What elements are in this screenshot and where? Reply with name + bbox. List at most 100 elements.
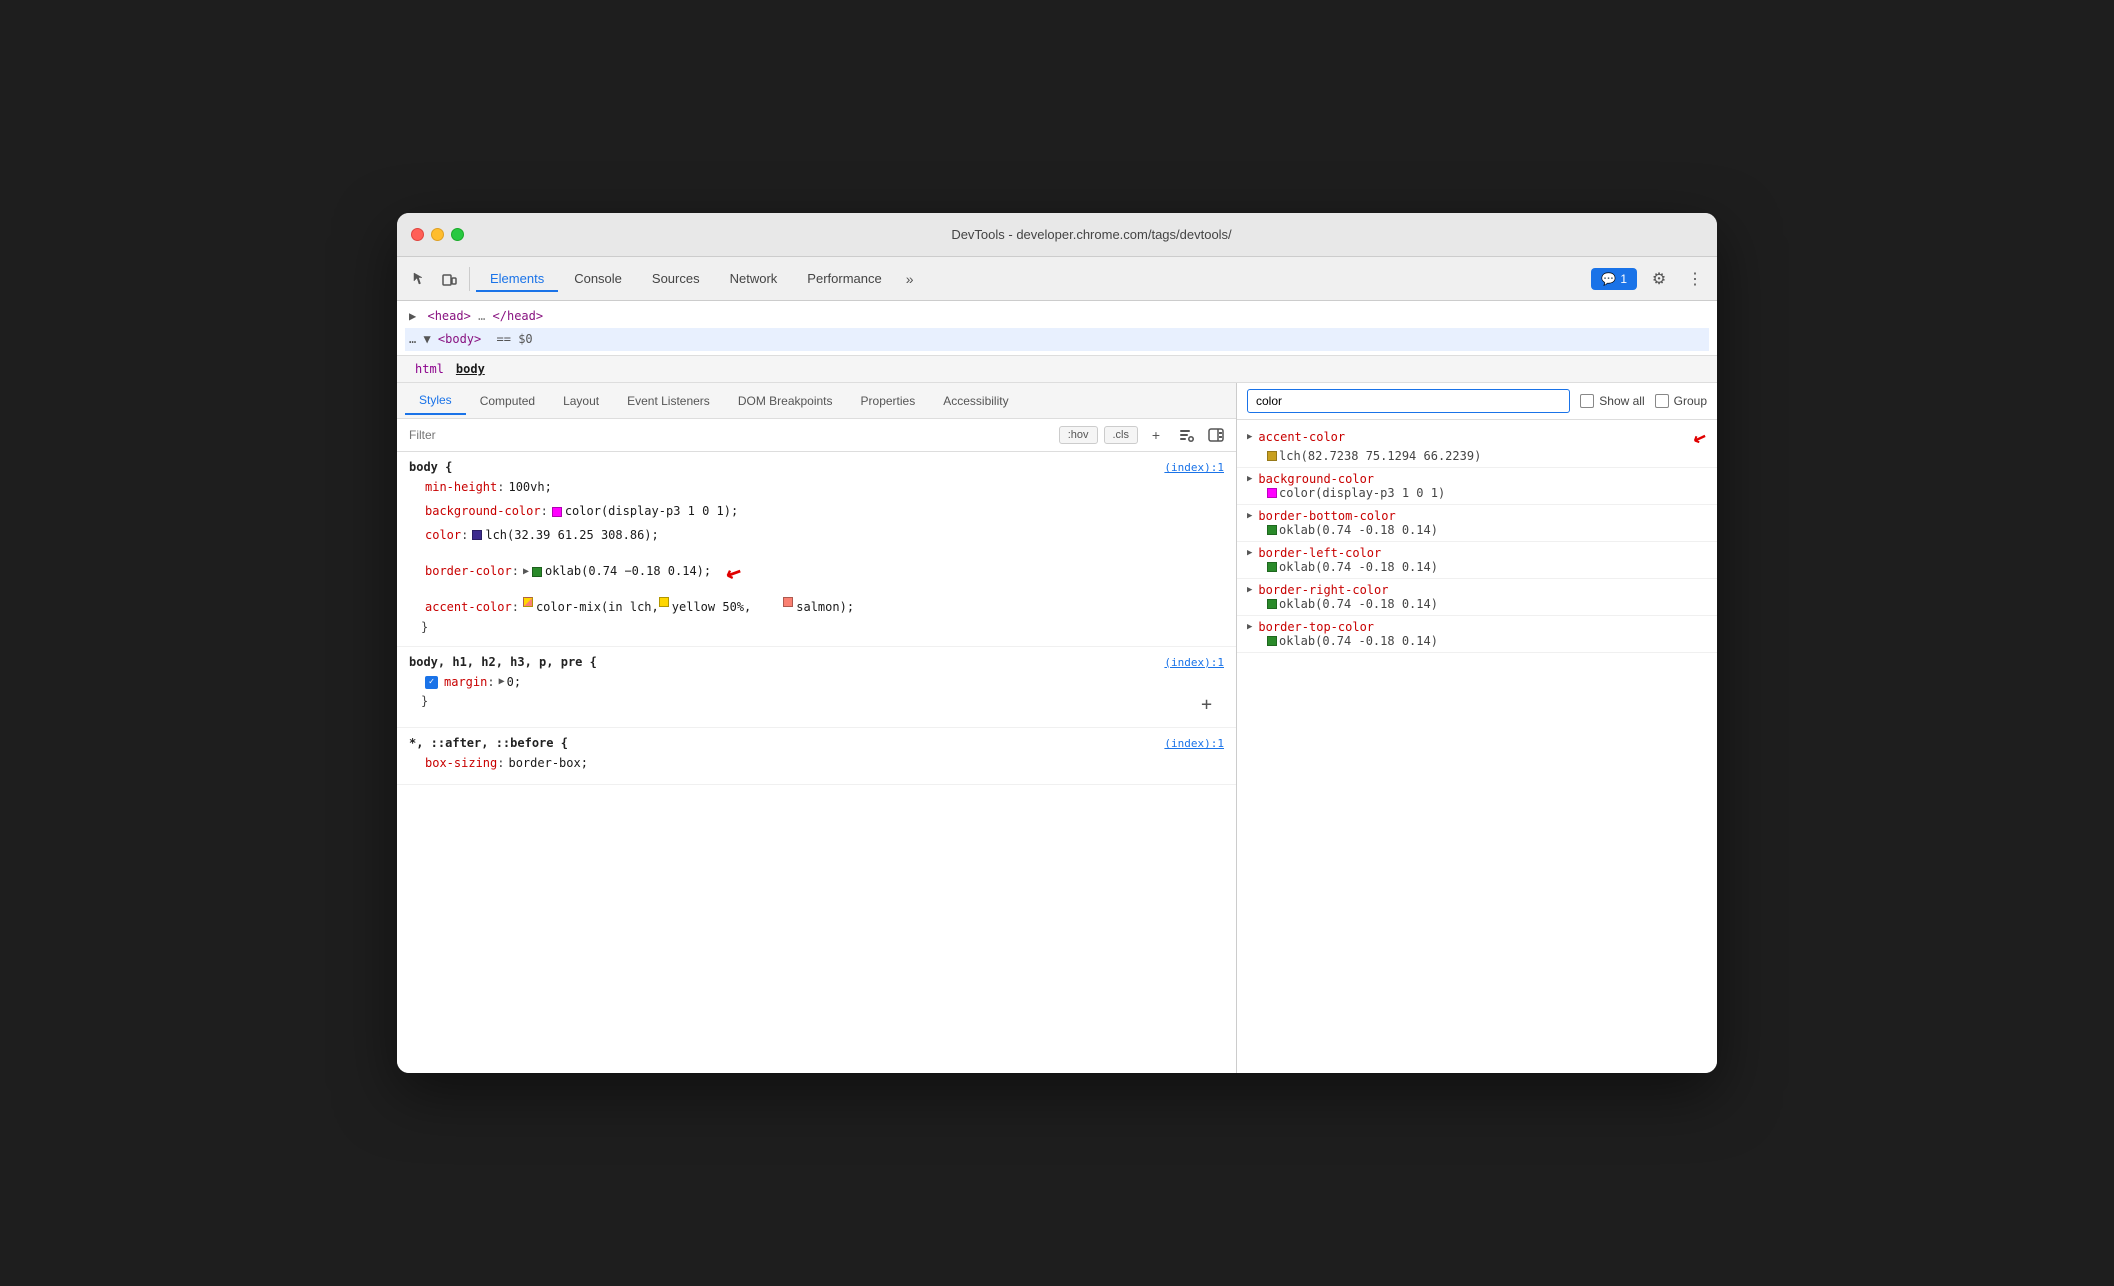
border-right-swatch[interactable] — [1267, 599, 1277, 609]
salmon-swatch[interactable] — [783, 597, 793, 607]
devtools-window: DevTools - developer.chrome.com/tags/dev… — [397, 213, 1717, 1073]
computed-item-border-right: ▶ border-right-color oklab(0.74 -0.18 0.… — [1237, 579, 1717, 616]
tab-console[interactable]: Console — [560, 265, 636, 292]
expand-border-left[interactable]: ▶ — [1247, 548, 1252, 558]
add-style-rule-button[interactable]: + — [1144, 423, 1168, 447]
show-all-checkbox[interactable] — [1580, 394, 1594, 408]
expand-bg-color[interactable]: ▶ — [1247, 474, 1252, 484]
chat-icon: 💬 — [1601, 272, 1616, 286]
dom-body-line[interactable]: … ▼ <body> == $0 — [405, 328, 1709, 351]
css-close-brace-body: } — [409, 620, 1224, 638]
cls-button[interactable]: .cls — [1104, 426, 1139, 444]
maximize-button[interactable] — [451, 228, 464, 241]
computed-list: ▶ accent-color ↙ lch(82.7238 75.1294 66.… — [1237, 420, 1717, 1073]
toggle-sidebar-button[interactable] — [1204, 423, 1228, 447]
computed-item-accent-color: ▶ accent-color ↙ lch(82.7238 75.1294 66.… — [1237, 420, 1717, 468]
main-content: Styles Computed Layout Event Listeners D… — [397, 383, 1717, 1073]
tab-styles[interactable]: Styles — [405, 387, 466, 415]
border-right-value: oklab(0.74 -0.18 0.14) — [1247, 597, 1707, 611]
new-style-rule-button[interactable] — [1174, 423, 1198, 447]
tab-properties[interactable]: Properties — [847, 388, 930, 414]
css-prop-min-height: min-height : 100vh; — [409, 476, 1224, 500]
expand-border-right[interactable]: ▶ — [1247, 585, 1252, 595]
border-left-value: oklab(0.74 -0.18 0.14) — [1247, 560, 1707, 574]
filter-bar: :hov .cls + — [397, 419, 1236, 452]
more-options-button[interactable]: ⋮ — [1681, 265, 1709, 293]
css-source-headings[interactable]: (index):1 — [1164, 656, 1224, 669]
bg-color-swatch[interactable] — [552, 507, 562, 517]
border-top-value: oklab(0.74 -0.18 0.14) — [1247, 634, 1707, 648]
breadcrumb-html[interactable]: html — [409, 360, 450, 378]
right-panel: Show all Group ▶ accent-color ↙ — [1237, 383, 1717, 1073]
toolbar-separator — [469, 267, 470, 291]
breadcrumb-body[interactable]: body — [450, 360, 491, 378]
bg-computed-swatch[interactable] — [1267, 488, 1277, 498]
close-button[interactable] — [411, 228, 424, 241]
titlebar: DevTools - developer.chrome.com/tags/dev… — [397, 213, 1717, 257]
inspect-icon[interactable] — [405, 265, 433, 293]
yellow-swatch[interactable] — [659, 597, 669, 607]
css-prop-accent-color: accent-color : color-mix(in lch, yellow … — [409, 596, 1224, 620]
red-arrow-1: ↙ — [718, 547, 752, 596]
computed-item-bg-color: ▶ background-color color(display-p3 1 0 … — [1237, 468, 1717, 505]
add-property-button[interactable]: + — [1201, 694, 1212, 715]
border-left-swatch[interactable] — [1267, 562, 1277, 572]
margin-checkbox[interactable]: ✓ — [425, 676, 438, 689]
expand-border-top[interactable]: ▶ — [1247, 622, 1252, 632]
expand-border-bottom[interactable]: ▶ — [1247, 511, 1252, 521]
computed-filter-bar: Show all Group — [1237, 383, 1717, 420]
css-panel: body { (index):1 min-height : 100vh; bac… — [397, 452, 1236, 1073]
css-prop-background-color: background-color : color(display-p3 1 0 … — [409, 500, 1224, 524]
show-all-label[interactable]: Show all — [1580, 394, 1644, 408]
sub-tabs: Styles Computed Layout Event Listeners D… — [397, 383, 1236, 419]
border-top-swatch[interactable] — [1267, 636, 1277, 646]
css-prop-margin: ✓ margin : ▶ 0; — [409, 671, 1224, 695]
group-label[interactable]: Group — [1655, 394, 1707, 408]
css-close-brace-headings: } + — [409, 694, 1224, 719]
border-bottom-swatch[interactable] — [1267, 525, 1277, 535]
css-source-body[interactable]: (index):1 — [1164, 461, 1224, 474]
css-rule-header-universal: *, ::after, ::before { (index):1 — [409, 736, 1224, 750]
tab-elements[interactable]: Elements — [476, 265, 558, 292]
expand-accent-color[interactable]: ▶ — [1247, 432, 1252, 442]
tab-accessibility[interactable]: Accessibility — [929, 388, 1022, 414]
tab-layout[interactable]: Layout — [549, 388, 613, 414]
window-title: DevTools - developer.chrome.com/tags/dev… — [480, 227, 1703, 242]
css-rule-header-body: body { (index):1 — [409, 460, 1224, 474]
tab-performance[interactable]: Performance — [793, 265, 895, 292]
bg-color-value: color(display-p3 1 0 1) — [1247, 486, 1707, 500]
red-arrow-right: ↙ — [1690, 423, 1711, 451]
dom-head-line[interactable]: ▶ <head> … </head> — [405, 305, 1709, 328]
traffic-lights — [411, 228, 464, 241]
device-toggle-icon[interactable] — [435, 265, 463, 293]
more-tabs-button[interactable]: » — [898, 267, 922, 291]
minimize-button[interactable] — [431, 228, 444, 241]
tab-dom-breakpoints[interactable]: DOM Breakpoints — [724, 388, 847, 414]
breadcrumb: html body — [397, 356, 1717, 383]
computed-item-border-bottom: ▶ border-bottom-color oklab(0.74 -0.18 0… — [1237, 505, 1717, 542]
border-bottom-value: oklab(0.74 -0.18 0.14) — [1247, 523, 1707, 537]
border-color-swatch[interactable] — [532, 567, 542, 577]
css-selector-universal: *, ::after, ::before { — [409, 736, 568, 750]
group-checkbox[interactable] — [1655, 394, 1669, 408]
computed-item-header-accent: ▶ accent-color ↙ — [1247, 424, 1707, 449]
settings-button[interactable]: ⚙ — [1645, 265, 1673, 293]
tab-sources[interactable]: Sources — [638, 265, 714, 292]
css-rule-body: body { (index):1 min-height : 100vh; bac… — [397, 452, 1236, 646]
accent-swatch[interactable] — [1267, 451, 1277, 461]
computed-filter-input[interactable] — [1247, 389, 1570, 413]
notifications-badge[interactable]: 💬 1 — [1591, 268, 1637, 290]
tab-event-listeners[interactable]: Event Listeners — [613, 388, 724, 414]
accent-color-swatch[interactable] — [523, 597, 533, 607]
hov-button[interactable]: :hov — [1059, 426, 1098, 444]
computed-item-border-top: ▶ border-top-color oklab(0.74 -0.18 0.14… — [1237, 616, 1717, 653]
color-swatch[interactable] — [472, 530, 482, 540]
tab-computed[interactable]: Computed — [466, 388, 549, 414]
css-rule-body-headings: body, h1, h2, h3, p, pre { (index):1 ✓ m… — [397, 647, 1236, 729]
css-rule-header-headings: body, h1, h2, h3, p, pre { (index):1 — [409, 655, 1224, 669]
css-source-universal[interactable]: (index):1 — [1164, 737, 1224, 750]
filter-input[interactable] — [405, 426, 1053, 444]
tab-network[interactable]: Network — [716, 265, 792, 292]
css-prop-border-color: border-color : ▶ oklab(0.74 −0.18 0.14);… — [409, 547, 1224, 596]
css-rule-universal: *, ::after, ::before { (index):1 box-siz… — [397, 728, 1236, 785]
